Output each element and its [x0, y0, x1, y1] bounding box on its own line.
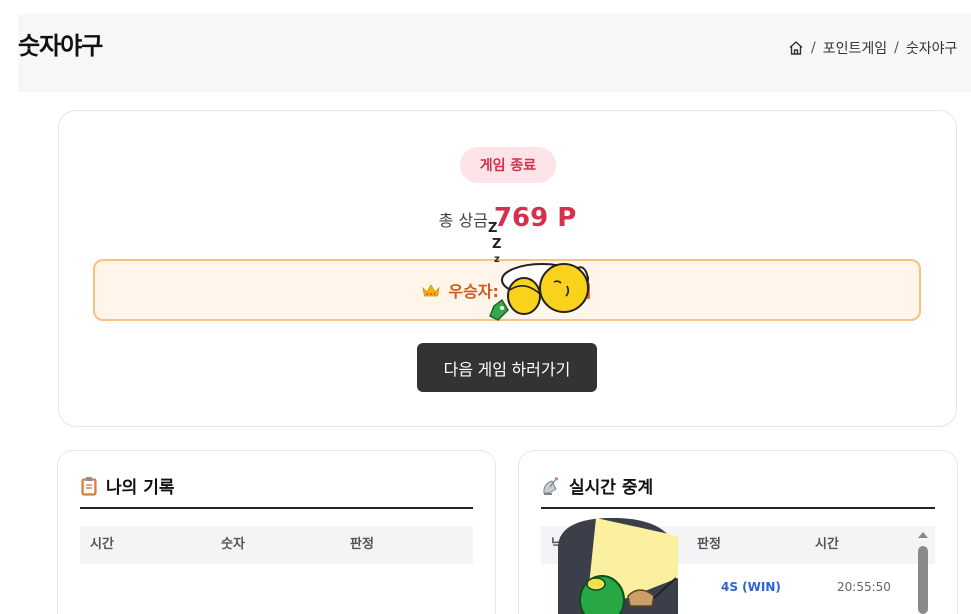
page-title: 숫자야구	[18, 32, 103, 60]
divider	[541, 507, 935, 509]
crown-icon	[422, 283, 440, 297]
svg-text:Z: Z	[488, 221, 497, 236]
spotlight-character-sticker	[556, 517, 680, 614]
next-game-button[interactable]: 다음 게임 하러가기	[417, 343, 597, 392]
live-row-time: 20:55:50	[837, 580, 891, 594]
my-records-panel: 나의 기록 시간 숫자 판정	[57, 450, 496, 614]
breadcrumb-item-point-game[interactable]: 포인트게임	[823, 38, 887, 58]
home-icon[interactable]	[788, 40, 804, 56]
total-prize-label: 총 상금	[438, 211, 488, 230]
breadcrumb: / 포인트게임 / 숫자야구	[788, 38, 957, 58]
live-broadcast-header: 실시간 중계	[541, 473, 653, 498]
column-header-time: 시간	[815, 537, 839, 552]
column-header-number: 숫자	[221, 537, 245, 552]
breadcrumb-separator: /	[894, 40, 899, 56]
divider	[80, 507, 473, 509]
clipboard-icon	[80, 476, 98, 496]
scrollbar[interactable]	[917, 528, 929, 614]
column-header-time: 시간	[90, 537, 114, 552]
svg-text:Z: Z	[492, 237, 501, 252]
breadcrumb-item-current: 숫자야구	[905, 41, 958, 57]
live-broadcast-title: 실시간 중계	[569, 478, 654, 498]
my-records-table-header: 시간 숫자 판정	[80, 526, 473, 564]
column-header-judgment: 판정	[697, 537, 721, 552]
breadcrumb-separator: /	[811, 40, 816, 56]
status-badge: 게임 종료	[460, 147, 556, 183]
my-records-title: 나의 기록	[106, 478, 175, 498]
satellite-dish-icon	[541, 476, 561, 496]
sleeping-character-sticker: Z Z z	[484, 220, 594, 326]
my-records-header: 나의 기록	[80, 473, 174, 498]
svg-text:z: z	[494, 254, 500, 265]
live-row-judgment: 4S (WIN)	[721, 580, 781, 594]
column-header-judgment: 판정	[350, 537, 374, 552]
